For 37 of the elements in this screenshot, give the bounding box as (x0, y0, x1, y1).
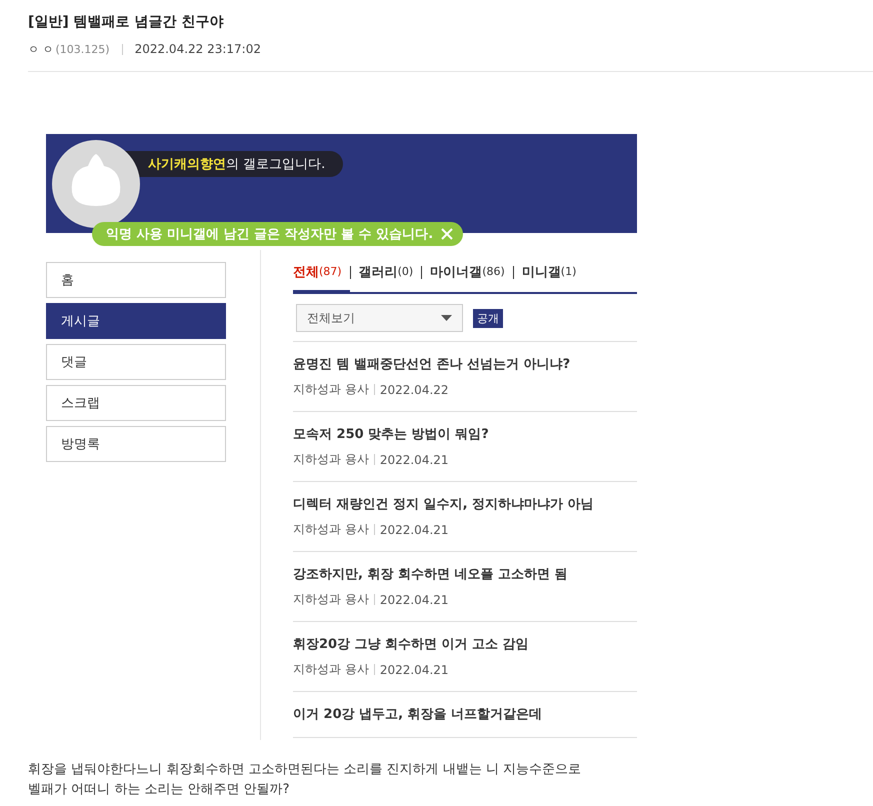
close-icon[interactable] (441, 228, 454, 240)
item-date: 2022.04.21 (380, 522, 449, 536)
post-link[interactable]: 디렉터 재량인건 정지 일수지, 정지하냐마냐가 아님 (293, 496, 637, 514)
post-link[interactable]: 이거 20강 냅두고, 휘장을 너프할거같은데 (293, 706, 637, 724)
filter-dropdown[interactable]: 전체보기 (296, 304, 463, 332)
post-date: 2022.04.22 23:17:02 (134, 42, 261, 56)
author-name[interactable]: ㅇ ㅇ (28, 42, 54, 56)
post-title: [일반] 템밸패로 념글간 친구야 (28, 13, 224, 32)
menu-item[interactable]: 게시글 (46, 303, 226, 339)
gallery-name: 지하성과 용사 (293, 381, 369, 398)
item-date: 2022.04.21 (380, 592, 449, 606)
body-text: 벨패가 어떠니 하는 소리는 안해주면 안될까? (28, 781, 291, 799)
item-date: 2022.04.22 (380, 382, 449, 396)
item-date: 2022.04.21 (380, 662, 449, 676)
body-text: 휘장을 냅둬야한다느니 휘장회수하면 고소하면된다는 소리를 진지하게 내뱉는 니 지능수준으로 (28, 761, 582, 779)
gallery-name: 지하성과 용사 (293, 451, 369, 468)
post-link[interactable]: 휘장20강 그냥 회수하면 이거 고소 감임 (293, 636, 637, 654)
avatar-icon (52, 140, 140, 228)
menu-item[interactable]: 방명록 (46, 426, 226, 462)
post-link[interactable]: 강조하지만, 휘장 회수하면 네오플 고소하면 됨 (293, 566, 637, 584)
visibility-badge: 공개 (473, 308, 503, 328)
notice-banner: 익명 사용 미니갤에 남긴 글은 작성자만 볼 수 있습니다. (92, 222, 464, 246)
caret-icon (441, 315, 452, 321)
menu-item[interactable]: 댓글 (46, 344, 226, 380)
gallery-name: 지하성과 용사 (293, 521, 369, 538)
gallery-name: 지하성과 용사 (293, 591, 369, 608)
item-date: 2022.04.21 (380, 452, 449, 466)
tab[interactable]: 마이너갤(86) (422, 253, 513, 293)
tab[interactable]: 전체(87) (293, 253, 350, 293)
ip-address: (103.125) (56, 42, 110, 56)
tab[interactable]: 미니갤(1) (514, 253, 584, 293)
tab[interactable]: 갤러리(0) (350, 253, 422, 293)
gallery-name: 지하성과 용사 (293, 661, 369, 678)
menu-item[interactable]: 스크랩 (46, 385, 226, 421)
post-link[interactable]: 윤명진 템 밸패중단선언 존나 선넘는거 아니냐? (293, 356, 637, 374)
menu-item[interactable]: 홈 (46, 262, 226, 298)
post-link[interactable]: 모속저 250 맞추는 방법이 뭐임? (293, 426, 637, 444)
